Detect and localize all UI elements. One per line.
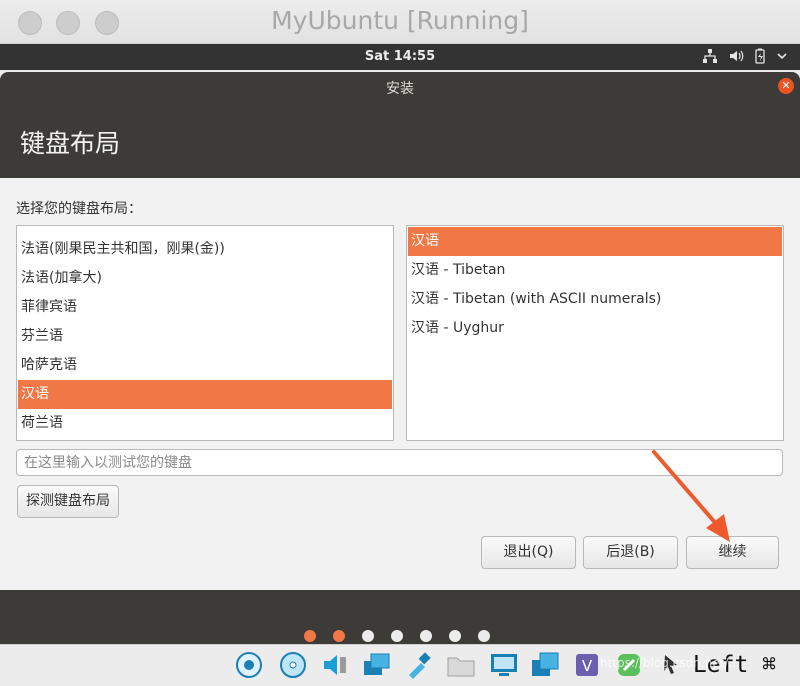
annotation-arrow — [652, 450, 730, 542]
installer-close-button[interactable]: ✕ — [778, 78, 794, 94]
virtualbox-window: MyUbuntu [Running] Sat 14:55 安装 ✕ 键盘布局 选… — [0, 0, 800, 686]
list-item[interactable]: 哈萨克语 — [18, 351, 392, 380]
list-item[interactable]: 汉语 - Tibetan — [408, 256, 782, 285]
host-window-title: MyUbuntu [Running] — [271, 6, 529, 35]
ubuntu-top-panel: Sat 14:55 — [0, 44, 800, 70]
list-item[interactable]: 汉语 - Tibetan (with ASCII numerals) — [408, 285, 782, 314]
page-title: 键盘布局 — [20, 129, 121, 158]
variant-list[interactable]: 汉语 汉语 - Tibetan 汉语 - Tibetan (with ASCII… — [406, 225, 784, 441]
list-item[interactable]: 芬兰语 — [18, 322, 392, 351]
volume-icon — [728, 48, 744, 68]
progress-dot — [391, 630, 403, 642]
clock[interactable]: Sat 14:55 — [0, 49, 800, 64]
network-icon — [702, 48, 718, 68]
network-adapter-icon[interactable] — [362, 650, 392, 680]
quit-button[interactable]: 退出(Q) — [481, 536, 576, 569]
progress-dot — [362, 630, 374, 642]
progress-dot — [420, 630, 432, 642]
watermark: https://blog.csdn.net/... — [600, 656, 740, 670]
list-item[interactable]: 菲律宾语 — [18, 293, 392, 322]
list-item-selected[interactable]: 汉语 — [408, 227, 782, 256]
recording-icon[interactable] — [530, 650, 560, 680]
progress-dot — [478, 630, 490, 642]
optical-drive-icon[interactable] — [278, 650, 308, 680]
progress-dot — [304, 630, 316, 642]
list-item[interactable]: 荷兰语 — [18, 409, 392, 438]
audio-icon[interactable] — [320, 650, 350, 680]
svg-text:V: V — [582, 657, 593, 675]
installer-header: 安装 ✕ 键盘布局 — [0, 72, 800, 178]
hard-disk-icon[interactable] — [234, 650, 264, 680]
power-menu-icon — [776, 48, 788, 68]
display-icon[interactable] — [489, 650, 519, 680]
layout-list[interactable]: —— 法语(刚果民主共和国，刚果(金)) 法语(加拿大) 菲律宾语 芬兰语 哈萨… — [16, 225, 394, 441]
usb-icon[interactable] — [404, 650, 434, 680]
shared-folders-icon[interactable] — [446, 650, 476, 680]
list-item[interactable]: 汉语 - Uyghur — [408, 314, 782, 343]
progress-dot — [333, 630, 345, 642]
list-item-selected[interactable]: 汉语 — [18, 380, 392, 409]
installer-window-title: 安装 — [386, 81, 414, 97]
battery-icon — [754, 48, 766, 68]
vt-x-icon[interactable]: V — [572, 650, 602, 680]
progress-dots — [304, 630, 490, 642]
progress-dot — [449, 630, 461, 642]
layout-prompt: 选择您的键盘布局： — [16, 201, 142, 217]
host-titlebar: MyUbuntu [Running] — [0, 0, 800, 44]
list-item[interactable]: 法语(加拿大) — [18, 264, 392, 293]
detect-layout-button[interactable]: 探测键盘布局 — [17, 485, 119, 518]
system-tray[interactable] — [702, 48, 788, 68]
list-item[interactable]: 法语(刚果民主共和国，刚果(金)) — [18, 235, 392, 264]
